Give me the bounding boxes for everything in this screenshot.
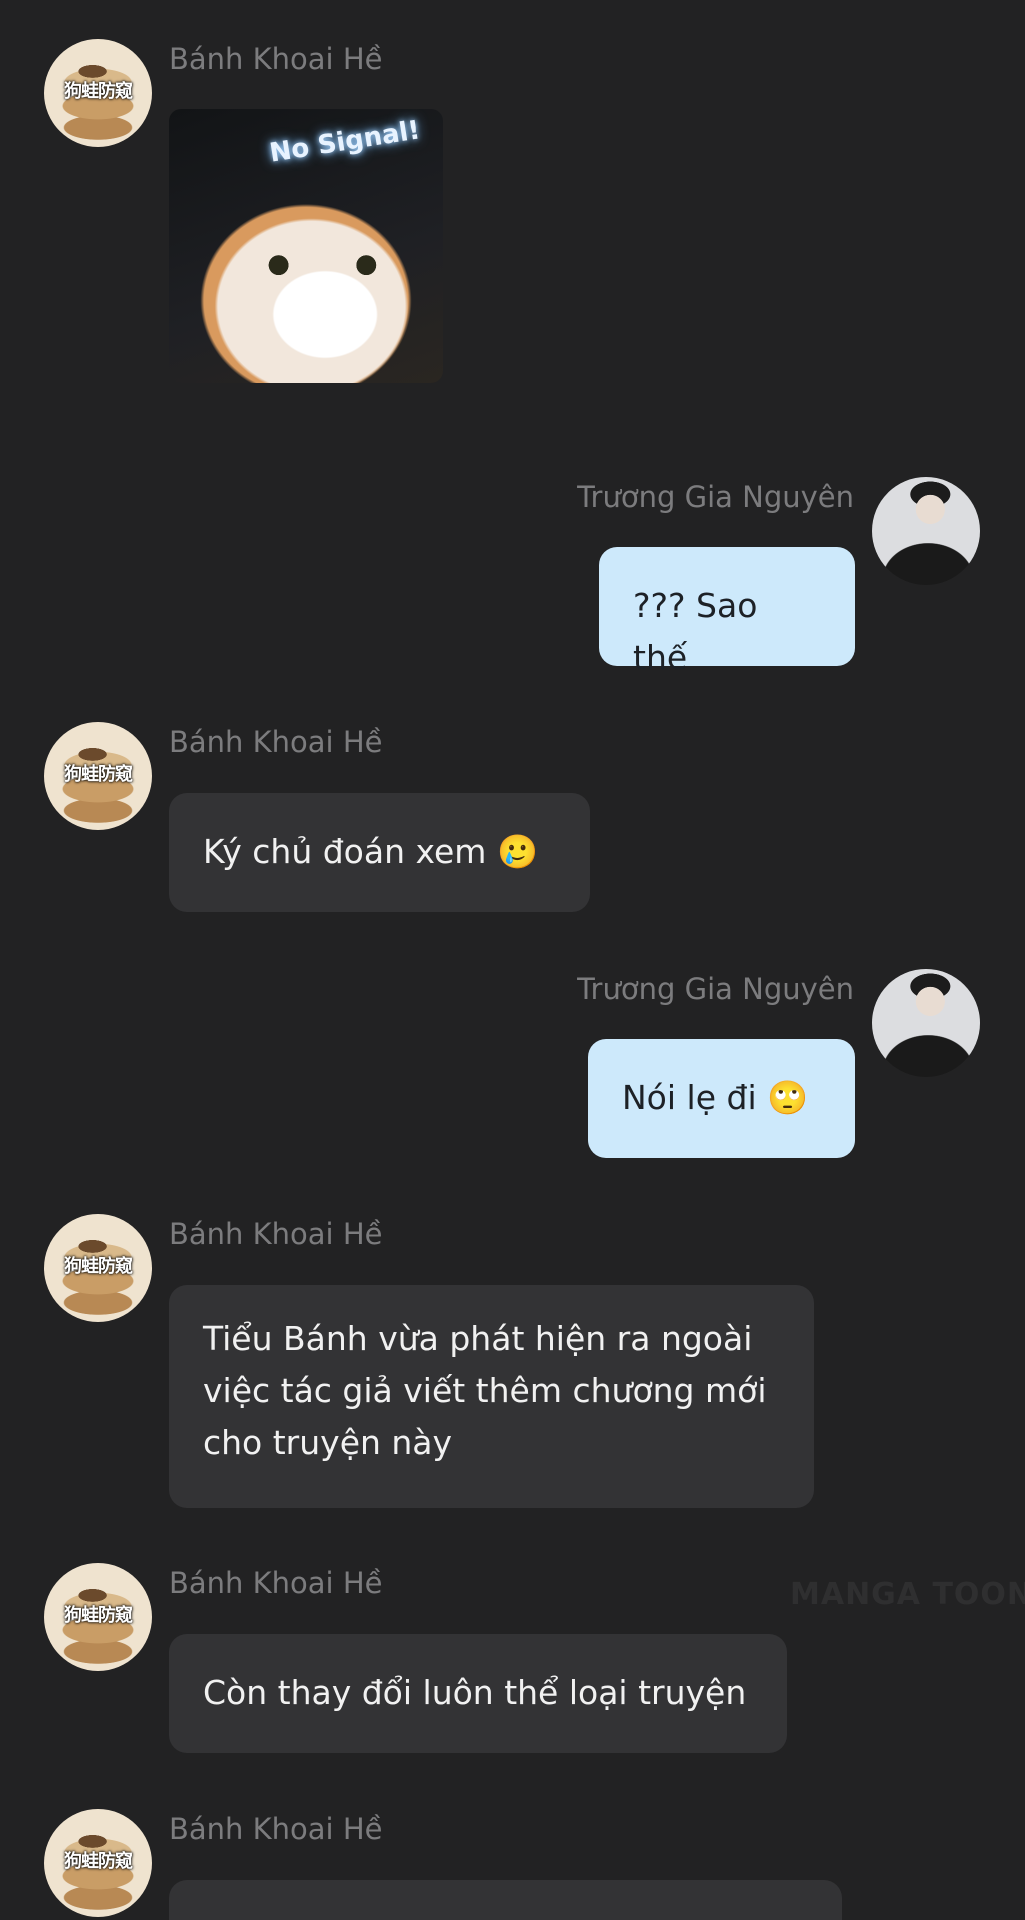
message-text: Tiểu Bánh vừa phát hiện ra ngoài việc tá… [203, 1319, 767, 1462]
message-bubble[interactable]: Ký chủ đoán xem 🥲 [169, 793, 590, 912]
sender-name: Trương Gia Nguyên [577, 972, 854, 1006]
avatar-banh-khoai-he[interactable]: 狗蛙防窥 [44, 39, 152, 147]
sender-name: Bánh Khoai Hề [169, 725, 383, 759]
message-text: Còn thay đổi luôn thể loại truyện [203, 1673, 747, 1712]
sender-name: Bánh Khoai Hề [169, 42, 383, 76]
avatar-banh-khoai-he[interactable]: 狗蛙防窥 [44, 722, 152, 830]
message-bubble[interactable]: Còn thay đổi luôn thể loại truyện [169, 1634, 787, 1753]
avatar-banh-khoai-he[interactable]: 狗蛙防窥 [44, 1214, 152, 1322]
avatar-watermark: 狗蛙防窥 [64, 1851, 133, 1872]
sender-name: Trương Gia Nguyên [577, 480, 854, 514]
sender-name: Bánh Khoai Hề [169, 1812, 383, 1846]
avatar-watermark: 狗蛙防窥 [64, 81, 133, 102]
message-bubble[interactable]: Tiểu Bánh vừa phát hiện ra ngoài việc tá… [169, 1285, 814, 1508]
message-text: Nói lẹ đi 🙄 [622, 1078, 809, 1117]
message-bubble[interactable]: ??? Sao thế [599, 547, 855, 677]
avatar-banh-khoai-he[interactable]: 狗蛙防窥 [44, 1809, 152, 1917]
sender-name: Bánh Khoai Hề [169, 1566, 383, 1600]
sticker-caption: No Signal! [267, 115, 423, 169]
avatar-truong-gia-nguyen[interactable] [872, 969, 980, 1077]
avatar-banh-khoai-he[interactable]: 狗蛙防窥 [44, 1563, 152, 1671]
avatar-watermark: 狗蛙防窥 [64, 764, 133, 785]
message-bubble[interactable] [169, 1880, 842, 1920]
message-text: ??? Sao thế [633, 586, 768, 677]
message-bubble[interactable]: Nói lẹ đi 🙄 [588, 1039, 855, 1158]
sender-name: Bánh Khoai Hề [169, 1217, 383, 1251]
mangatoon-watermark: MANGA TOON [790, 1577, 1025, 1612]
no-signal-cat-sticker[interactable]: No Signal! [169, 109, 443, 383]
avatar-watermark: 狗蛙防窥 [64, 1256, 133, 1277]
message-text: Ký chủ đoán xem 🥲 [203, 832, 539, 871]
avatar-truong-gia-nguyen[interactable] [872, 477, 980, 585]
avatar-watermark: 狗蛙防窥 [64, 1605, 133, 1626]
